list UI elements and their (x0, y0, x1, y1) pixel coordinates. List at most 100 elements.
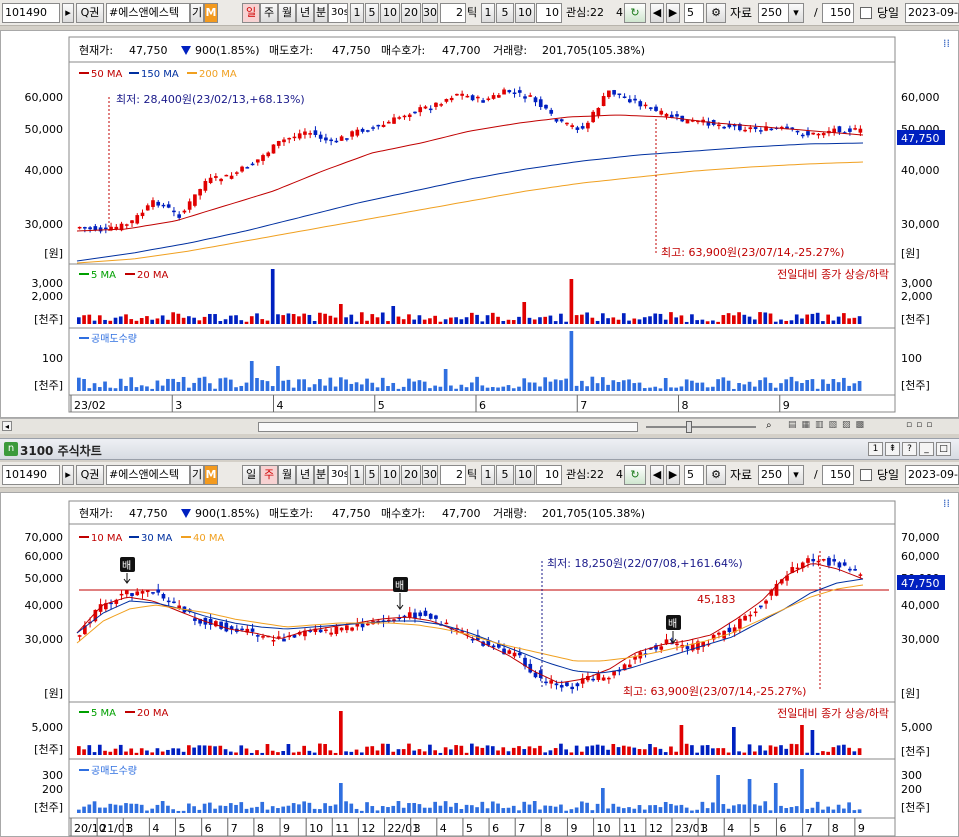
window-help-button[interactable]: ? (902, 442, 917, 456)
period-day-tab-bottom[interactable]: 일 (242, 465, 260, 485)
quick-1-button[interactable]: 1 (350, 3, 364, 23)
prev-arrow-icon-bottom[interactable]: ◀ (650, 465, 664, 485)
short-bar-bottom (239, 802, 244, 813)
horizontal-scrollbar[interactable] (258, 422, 638, 432)
custom-tick-field-bottom[interactable]: 10 (536, 465, 562, 485)
volume-bar-bottom (187, 745, 191, 755)
volume-bar (506, 319, 511, 324)
window-minimize-button[interactable]: _ (919, 442, 934, 456)
search-button-bottom[interactable]: Q권 (76, 465, 104, 485)
short-bar-bottom (103, 807, 107, 813)
tick-1-button-bottom[interactable]: 1 (481, 465, 495, 485)
tick-value-field-bottom[interactable]: 2 (440, 465, 466, 485)
data-count-dropdown-icon-bottom[interactable]: ▾ (788, 465, 804, 485)
settings-gear-icon-bottom[interactable]: ⚙ (706, 465, 726, 485)
search-button[interactable]: Q권 (76, 3, 104, 23)
gi-button-bottom[interactable]: 기 (190, 465, 204, 485)
short-bar-bottom (359, 810, 364, 813)
next-arrow-icon-bottom[interactable]: ▶ (666, 465, 680, 485)
candle-body (565, 682, 569, 686)
minute-value-field[interactable]: 30s (328, 3, 348, 23)
period-week-tab[interactable]: 주 (260, 3, 278, 23)
zoom-icon[interactable]: ⌕ (766, 420, 772, 431)
m-badge-button-bottom[interactable]: M (204, 465, 218, 485)
quick-30-button-bottom[interactable]: 30 (422, 465, 438, 485)
scroll-left-icon[interactable]: ◂ (2, 421, 12, 431)
window-controls[interactable]: ▫▫▫ (906, 420, 936, 430)
watch-dropdown[interactable]: 4 (616, 3, 623, 23)
same-day-checkbox-bottom[interactable] (860, 469, 872, 481)
code-dropdown-button-bottom[interactable]: ▸ (62, 465, 74, 485)
period-month-tab-bottom[interactable]: 월 (278, 465, 296, 485)
period-year-tab-bottom[interactable]: 년 (296, 465, 314, 485)
volume-bar-bottom (228, 751, 233, 755)
volume-bar (522, 302, 527, 324)
volume-bar-bottom (375, 750, 380, 755)
watch-dropdown-bottom[interactable]: 4 (616, 465, 623, 485)
candle-body (271, 640, 276, 642)
period-month-tab[interactable]: 월 (278, 3, 296, 23)
short-bar-bottom (480, 801, 485, 813)
tick-5-button[interactable]: 5 (496, 3, 514, 23)
volume-bar-bottom (234, 752, 238, 755)
window-pin-button[interactable]: ⇞ (885, 442, 900, 456)
custom-tick-field[interactable]: 10 (536, 3, 562, 23)
range-field-bottom[interactable]: 150 (822, 465, 854, 485)
panel-menu-icon-bottom[interactable]: ⁞⁞ (943, 497, 950, 510)
m-badge-button[interactable]: M (204, 3, 218, 23)
stock-code-input[interactable]: 101490 (2, 3, 60, 23)
quick-10-button-bottom[interactable]: 10 (380, 465, 400, 485)
same-day-checkbox[interactable] (860, 7, 872, 19)
period-minute-tab-bottom[interactable]: 분 (314, 465, 328, 485)
volume-bar (202, 316, 207, 324)
short-bar (307, 387, 312, 391)
quick-5-button[interactable]: 5 (365, 3, 379, 23)
panel-menu-icon[interactable]: ⁞⁞ (943, 37, 950, 50)
refresh-icon-bottom[interactable]: ↻ (624, 465, 646, 485)
date-field-bottom[interactable]: 2023-09- (905, 465, 959, 485)
candle-body (418, 612, 423, 617)
tick-5-button-bottom[interactable]: 5 (496, 465, 514, 485)
prev-arrow-icon[interactable]: ◀ (650, 3, 664, 23)
count-field[interactable]: 5 (684, 3, 704, 23)
volume-bar-bottom (815, 752, 820, 755)
quick-10-button[interactable]: 10 (380, 3, 400, 23)
quick-30-button[interactable]: 30 (422, 3, 438, 23)
short-bar (323, 385, 327, 391)
tool-icons[interactable]: ▤▦▥▧▨▩ (788, 420, 869, 430)
code-dropdown-button[interactable]: ▸ (62, 3, 74, 23)
short-bar (742, 384, 747, 391)
tick-10-button[interactable]: 10 (515, 3, 535, 23)
tick-1-button[interactable]: 1 (481, 3, 495, 23)
quick-20-button[interactable]: 20 (401, 3, 421, 23)
zoom-slider[interactable] (646, 426, 756, 428)
tick-value-field[interactable]: 2 (440, 3, 466, 23)
short-bar-bottom (312, 808, 317, 813)
data-count-dropdown-icon[interactable]: ▾ (788, 3, 804, 23)
window-maximize-button[interactable]: □ (936, 442, 951, 456)
period-year-tab[interactable]: 년 (296, 3, 314, 23)
legend-vol-20ma: 20 MA (137, 270, 169, 281)
minute-value-field-bottom[interactable]: 30s (328, 465, 348, 485)
stock-name-field[interactable]: #에스앤에스텍 (106, 3, 190, 23)
range-field[interactable]: 150 (822, 3, 854, 23)
quick-5-button-bottom[interactable]: 5 (365, 465, 379, 485)
quick-20-button-bottom[interactable]: 20 (401, 465, 421, 485)
settings-gear-icon[interactable]: ⚙ (706, 3, 726, 23)
next-arrow-icon[interactable]: ▶ (666, 3, 680, 23)
legend-40ma: 40 MA (193, 533, 225, 544)
volume-bar-bottom (716, 748, 720, 755)
period-day-tab[interactable]: 일 (242, 3, 260, 23)
window-1-button[interactable]: 1 (868, 442, 883, 456)
count-field-bottom[interactable]: 5 (684, 465, 704, 485)
period-week-tab-bottom[interactable]: 주 (260, 465, 278, 485)
stock-name-field-bottom[interactable]: #에스앤에스텍 (106, 465, 190, 485)
period-minute-tab[interactable]: 분 (314, 3, 328, 23)
date-field[interactable]: 2023-09-1 (905, 3, 959, 23)
stock-code-input-bottom[interactable]: 101490 (2, 465, 60, 485)
gi-button[interactable]: 기 (190, 3, 204, 23)
tick-10-button-bottom[interactable]: 10 (515, 465, 535, 485)
refresh-icon[interactable]: ↻ (624, 3, 646, 23)
zoom-slider-thumb[interactable] (686, 421, 692, 433)
quick-1-button-bottom[interactable]: 1 (350, 465, 364, 485)
